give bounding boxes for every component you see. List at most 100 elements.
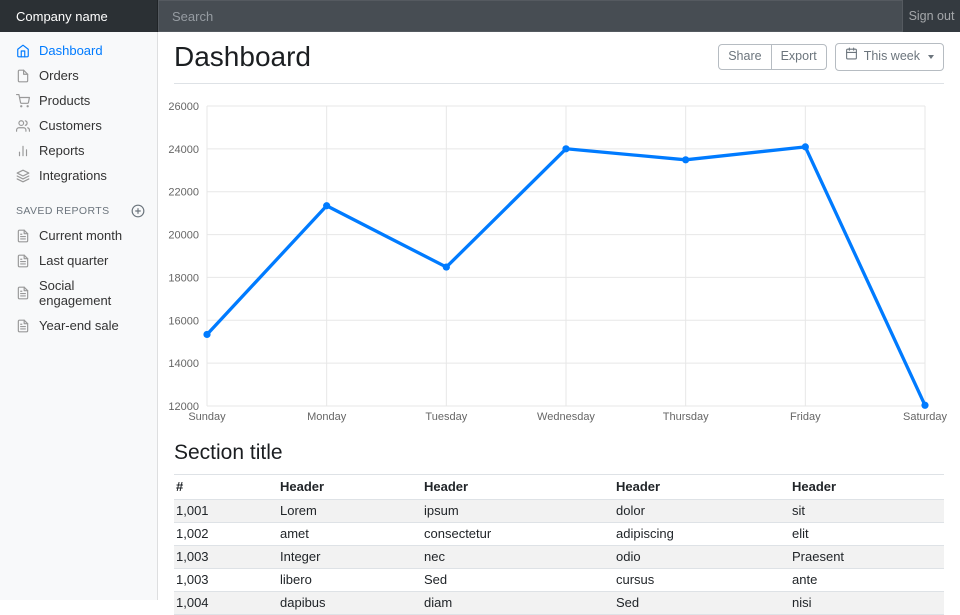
sign-out-link[interactable]: Sign out	[903, 0, 960, 32]
table-cell: 1,001	[174, 500, 278, 523]
search-input[interactable]	[158, 0, 903, 32]
sidebar-item-products[interactable]: Products	[0, 88, 158, 113]
sidebar-item-social-engagement[interactable]: Social engagement	[0, 273, 158, 313]
calendar-icon	[845, 47, 858, 66]
table-column-header: Header	[790, 475, 944, 500]
table-row: 1,001Loremipsumdolorsit	[174, 500, 944, 523]
share-button[interactable]: Share	[718, 44, 771, 71]
file-text-icon	[16, 286, 30, 300]
table-cell: 1,003	[174, 569, 278, 592]
bar-chart-icon	[16, 144, 30, 158]
table-cell: elit	[790, 523, 944, 546]
table-cell: nec	[422, 546, 614, 569]
traffic-line-chart: 1200014000160001800020000220002400026000…	[174, 96, 946, 428]
sidebar-item-orders[interactable]: Orders	[0, 63, 158, 88]
table-column-header: Header	[422, 475, 614, 500]
svg-text:16000: 16000	[168, 315, 199, 327]
table-cell: nisi	[790, 592, 944, 615]
sidebar-item-label: Last quarter	[39, 253, 108, 268]
table-cell: 1,004	[174, 592, 278, 615]
table-row: 1,002ametconsecteturadipiscingelit	[174, 523, 944, 546]
shopping-cart-icon	[16, 94, 30, 108]
svg-text:14000: 14000	[168, 358, 199, 370]
table-column-header: Header	[278, 475, 422, 500]
table-cell: sit	[790, 500, 944, 523]
sidebar-item-integrations[interactable]: Integrations	[0, 163, 158, 188]
file-text-icon	[16, 319, 30, 333]
file-text-icon	[16, 254, 30, 268]
table-cell: dapibus	[278, 592, 422, 615]
table-cell: Lorem	[278, 500, 422, 523]
page-title: Dashboard	[174, 43, 311, 71]
section-title: Section title	[174, 441, 944, 465]
table-header-row: #HeaderHeaderHeaderHeader	[174, 475, 944, 500]
sidebar-item-label: Dashboard	[39, 43, 103, 58]
svg-text:Sunday: Sunday	[188, 411, 226, 423]
table-cell: adipiscing	[614, 523, 790, 546]
sidebar-item-reports[interactable]: Reports	[0, 138, 158, 163]
saved-reports-heading: Saved reports	[16, 205, 110, 217]
layers-icon	[16, 169, 30, 183]
table-cell: Sed	[422, 569, 614, 592]
page-header: Dashboard Share Export This week	[174, 32, 944, 84]
svg-text:26000: 26000	[168, 101, 199, 113]
week-dropdown-button[interactable]: This week	[835, 43, 944, 71]
svg-text:Monday: Monday	[307, 411, 347, 423]
svg-text:Saturday: Saturday	[903, 411, 948, 423]
table-column-header: Header	[614, 475, 790, 500]
svg-text:Wednesday: Wednesday	[537, 411, 595, 423]
svg-text:Thursday: Thursday	[663, 411, 709, 423]
table-cell: odio	[614, 546, 790, 569]
table-cell: ante	[790, 569, 944, 592]
sidebar-item-label: Customers	[39, 118, 102, 133]
data-table: #HeaderHeaderHeaderHeader 1,001Loremipsu…	[174, 474, 944, 615]
svg-text:Tuesday: Tuesday	[425, 411, 467, 423]
sidebar-item-current-month[interactable]: Current month	[0, 223, 158, 248]
table-cell: Integer	[278, 546, 422, 569]
home-icon	[16, 44, 30, 58]
export-button[interactable]: Export	[771, 44, 827, 71]
sidebar-item-label: Products	[39, 93, 90, 108]
table-cell: libero	[278, 569, 422, 592]
sidebar-item-label: Year-end sale	[39, 318, 119, 333]
svg-text:18000: 18000	[168, 272, 199, 284]
table-cell: cursus	[614, 569, 790, 592]
sidebar-item-label: Reports	[39, 143, 85, 158]
plus-circle-icon[interactable]	[131, 204, 145, 218]
file-icon	[16, 69, 30, 83]
table-cell: 1,003	[174, 546, 278, 569]
sidebar-item-label: Orders	[39, 68, 79, 83]
table-row: 1,003liberoSedcursusante	[174, 569, 944, 592]
svg-text:Friday: Friday	[790, 411, 821, 423]
saved-reports-nav: Current month Last quarter Social engageme…	[0, 223, 158, 338]
file-text-icon	[16, 229, 30, 243]
table-column-header: #	[174, 475, 278, 500]
table-cell: consectetur	[422, 523, 614, 546]
share-export-group: Share Export	[718, 44, 827, 71]
chevron-down-icon	[928, 55, 934, 59]
users-icon	[16, 119, 30, 133]
table-cell: Sed	[614, 592, 790, 615]
sidebar-nav: Dashboard Orders Products Customers Reports I…	[0, 38, 158, 188]
svg-text:22000: 22000	[168, 187, 199, 199]
table-cell: 1,002	[174, 523, 278, 546]
sidebar-item-last-quarter[interactable]: Last quarter	[0, 248, 158, 273]
main-content: Dashboard Share Export This week 1200014…	[158, 0, 960, 615]
sidebar-item-label: Current month	[39, 228, 122, 243]
table-cell: Praesent	[790, 546, 944, 569]
brand[interactable]: Company name	[0, 0, 158, 32]
sidebar-item-dashboard[interactable]: Dashboard	[0, 38, 158, 63]
sidebar-item-customers[interactable]: Customers	[0, 113, 158, 138]
sidebar-item-label: Social engagement	[39, 278, 142, 308]
table-cell: ipsum	[422, 500, 614, 523]
top-navbar: Company name Sign out	[0, 0, 960, 32]
sidebar: Dashboard Orders Products Customers Reports I…	[0, 32, 158, 600]
week-dropdown-label: This week	[864, 48, 920, 66]
svg-text:24000: 24000	[168, 144, 199, 156]
saved-reports-header: Saved reports	[0, 188, 158, 223]
sidebar-item-year-end-sale[interactable]: Year-end sale	[0, 313, 158, 338]
sidebar-item-label: Integrations	[39, 168, 107, 183]
table-row: 1,003IntegernecodioPraesent	[174, 546, 944, 569]
svg-text:20000: 20000	[168, 230, 199, 242]
table-row: 1,004dapibusdiamSednisi	[174, 592, 944, 615]
